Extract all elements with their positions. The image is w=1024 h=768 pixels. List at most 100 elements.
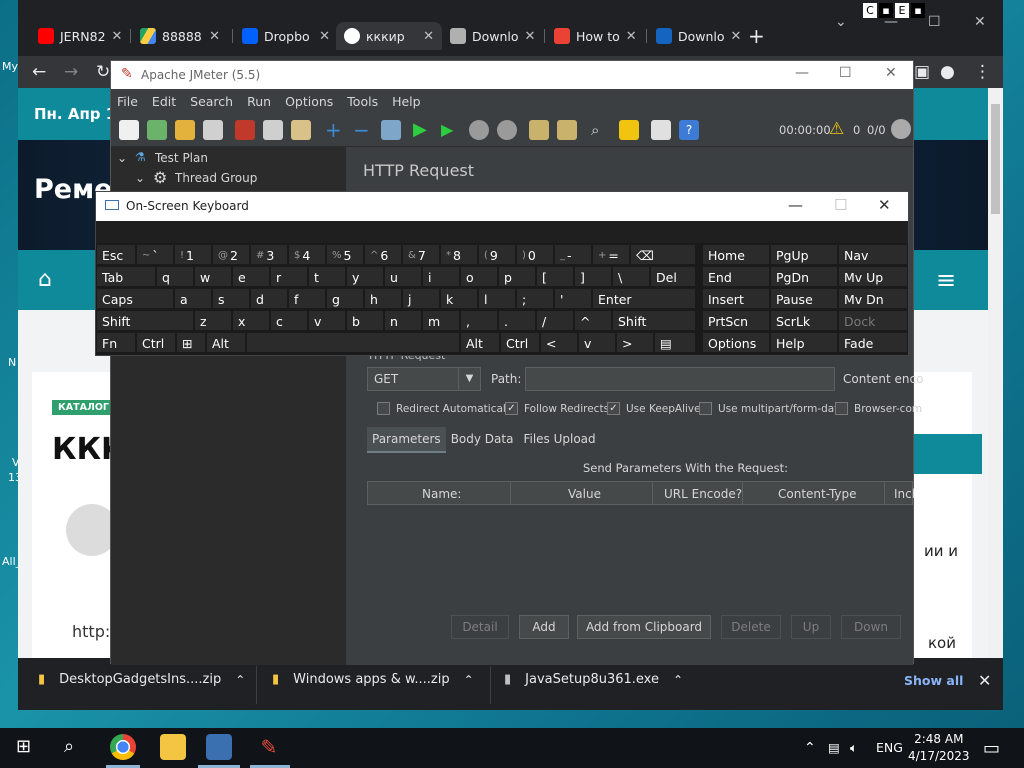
- osk-nav-key[interactable]: Home: [702, 244, 770, 265]
- menu-help[interactable]: Help: [392, 94, 421, 109]
- search-icon[interactable]: ⌕: [64, 736, 74, 757]
- osk-nav-key[interactable]: Pause: [770, 288, 838, 309]
- osk-key[interactable]: % 5: [326, 244, 364, 265]
- clear-icon[interactable]: [529, 120, 549, 140]
- add-button[interactable]: Add: [519, 615, 569, 639]
- chevron-up-icon[interactable]: ⌃: [804, 740, 816, 756]
- warning-icon[interactable]: ⚠: [829, 119, 844, 139]
- osk-key[interactable]: v: [578, 332, 616, 353]
- language-indicator[interactable]: ENG: [876, 740, 903, 755]
- osk-key[interactable]: ^: [574, 310, 612, 331]
- up-button[interactable]: Up: [791, 615, 831, 639]
- expand-icon[interactable]: +: [325, 120, 345, 140]
- osk-key[interactable]: o: [460, 266, 498, 287]
- forward-icon[interactable]: →: [64, 62, 78, 82]
- path-input[interactable]: [525, 367, 835, 391]
- minimize-icon[interactable]: —: [795, 65, 809, 81]
- checkbox-box[interactable]: [699, 402, 712, 415]
- menu-tools[interactable]: Tools: [347, 94, 378, 109]
- osk-key[interactable]: w: [194, 266, 232, 287]
- osk-key[interactable]: Fn: [96, 332, 136, 353]
- osk-key[interactable]: f: [288, 288, 326, 309]
- redirect-automatically-checkbox[interactable]: Redirect Automatically: [377, 402, 515, 415]
- checkbox-box[interactable]: ✓: [505, 402, 518, 415]
- osk-key[interactable]: Shift: [612, 310, 696, 331]
- close-icon[interactable]: ✕: [112, 29, 123, 44]
- shutdown-icon[interactable]: [497, 120, 517, 140]
- start-no-pauses-icon[interactable]: ▶: [441, 120, 461, 140]
- jmeter-app-icon[interactable]: ✎: [256, 734, 282, 760]
- chrome-tab-6[interactable]: How to ✕: [546, 22, 644, 50]
- osk-key[interactable]: c: [270, 310, 308, 331]
- osk-nav-key[interactable]: Options: [702, 332, 770, 353]
- file-explorer-icon[interactable]: [160, 734, 186, 760]
- close-icon[interactable]: ✕: [978, 671, 991, 690]
- close-icon[interactable]: ✕: [319, 29, 330, 44]
- osk-key[interactable]: @2: [212, 244, 250, 265]
- osk-nav-key[interactable]: Insert: [702, 288, 770, 309]
- notification-icon[interactable]: ▭: [983, 738, 1000, 759]
- maximize-icon[interactable]: ☐: [834, 196, 847, 214]
- osk-key[interactable]: Alt: [460, 332, 500, 353]
- back-icon[interactable]: ←: [32, 62, 46, 82]
- cut-icon[interactable]: [235, 120, 255, 140]
- maximize-icon[interactable]: ☐: [839, 65, 852, 81]
- osk-key[interactable]: b: [346, 310, 384, 331]
- osk-key[interactable]: Esc: [96, 244, 136, 265]
- osk-key[interactable]: e: [232, 266, 270, 287]
- chrome-tab-2[interactable]: 88888 ✕: [132, 22, 228, 50]
- osk-key[interactable]: t: [308, 266, 346, 287]
- close-icon[interactable]: ✕: [731, 29, 742, 44]
- close-icon[interactable]: ✕: [423, 29, 434, 44]
- extensions-icon[interactable]: ▣: [914, 62, 930, 82]
- osk-nav-key[interactable]: Mv Up: [838, 266, 908, 287]
- osk-nav-key[interactable]: Help: [770, 332, 838, 353]
- tab-files-upload[interactable]: Files Upload: [518, 427, 600, 453]
- osk-key[interactable]: r: [270, 266, 308, 287]
- osk-key[interactable]: & 7: [402, 244, 440, 265]
- osk-key[interactable]: Enter: [592, 288, 696, 309]
- reset-search-icon[interactable]: [619, 120, 639, 140]
- osk-key[interactable]: ⌫: [630, 244, 696, 265]
- osk-key[interactable]: Ctrl: [136, 332, 176, 353]
- follow-redirects-checkbox[interactable]: ✓ Follow Redirects: [505, 402, 609, 415]
- menu-file[interactable]: File: [117, 94, 138, 109]
- osk-key[interactable]: j: [402, 288, 440, 309]
- clock[interactable]: 2:48 AM 4/17/2023: [908, 731, 970, 765]
- osk-nav-key[interactable]: Nav: [838, 244, 908, 265]
- paste-icon[interactable]: [291, 120, 311, 140]
- osk-key[interactable]: u: [384, 266, 422, 287]
- osk-key[interactable]: ▤: [654, 332, 696, 353]
- close-icon[interactable]: ✕: [209, 29, 220, 44]
- osk-key[interactable]: k: [440, 288, 478, 309]
- chrome-tab-3[interactable]: Dropbo ✕: [234, 22, 338, 50]
- osk-key[interactable]: Tab: [96, 266, 156, 287]
- osk-key[interactable]: v: [308, 310, 346, 331]
- col-include[interactable]: Incl: [894, 487, 915, 501]
- delete-button[interactable]: Delete: [721, 615, 781, 639]
- chrome-tab-5[interactable]: Downlo ✕: [442, 22, 542, 50]
- tree-toggle-icon[interactable]: ⌄: [117, 151, 127, 165]
- tree-item-thread-group[interactable]: Thread Group: [175, 171, 257, 185]
- osk-key[interactable]: Alt: [206, 332, 246, 353]
- osk-key[interactable]: p: [498, 266, 536, 287]
- remote-icon[interactable]: [891, 119, 911, 139]
- osk-key[interactable]: ': [554, 288, 592, 309]
- osk-nav-key[interactable]: End: [702, 266, 770, 287]
- chrome-tab-1[interactable]: JERN82 ✕: [30, 22, 126, 50]
- close-window-icon[interactable]: ✕: [974, 14, 986, 30]
- col-url-encode[interactable]: URL Encode?: [664, 487, 742, 501]
- osk-key[interactable]: m: [422, 310, 460, 331]
- osk-key[interactable]: \: [612, 266, 650, 287]
- osk-key[interactable]: ;: [516, 288, 554, 309]
- chrome-icon[interactable]: [110, 734, 136, 760]
- osk-key[interactable]: (9: [478, 244, 516, 265]
- osk-key[interactable]: Caps: [96, 288, 174, 309]
- osk-key[interactable]: ) 0: [516, 244, 554, 265]
- osk-key[interactable]: ⊞: [176, 332, 206, 353]
- osk-key[interactable]: >: [616, 332, 654, 353]
- new-icon[interactable]: [119, 120, 139, 140]
- function-helper-icon[interactable]: [651, 120, 671, 140]
- osk-key[interactable]: .: [498, 310, 536, 331]
- osk-key[interactable]: s: [212, 288, 250, 309]
